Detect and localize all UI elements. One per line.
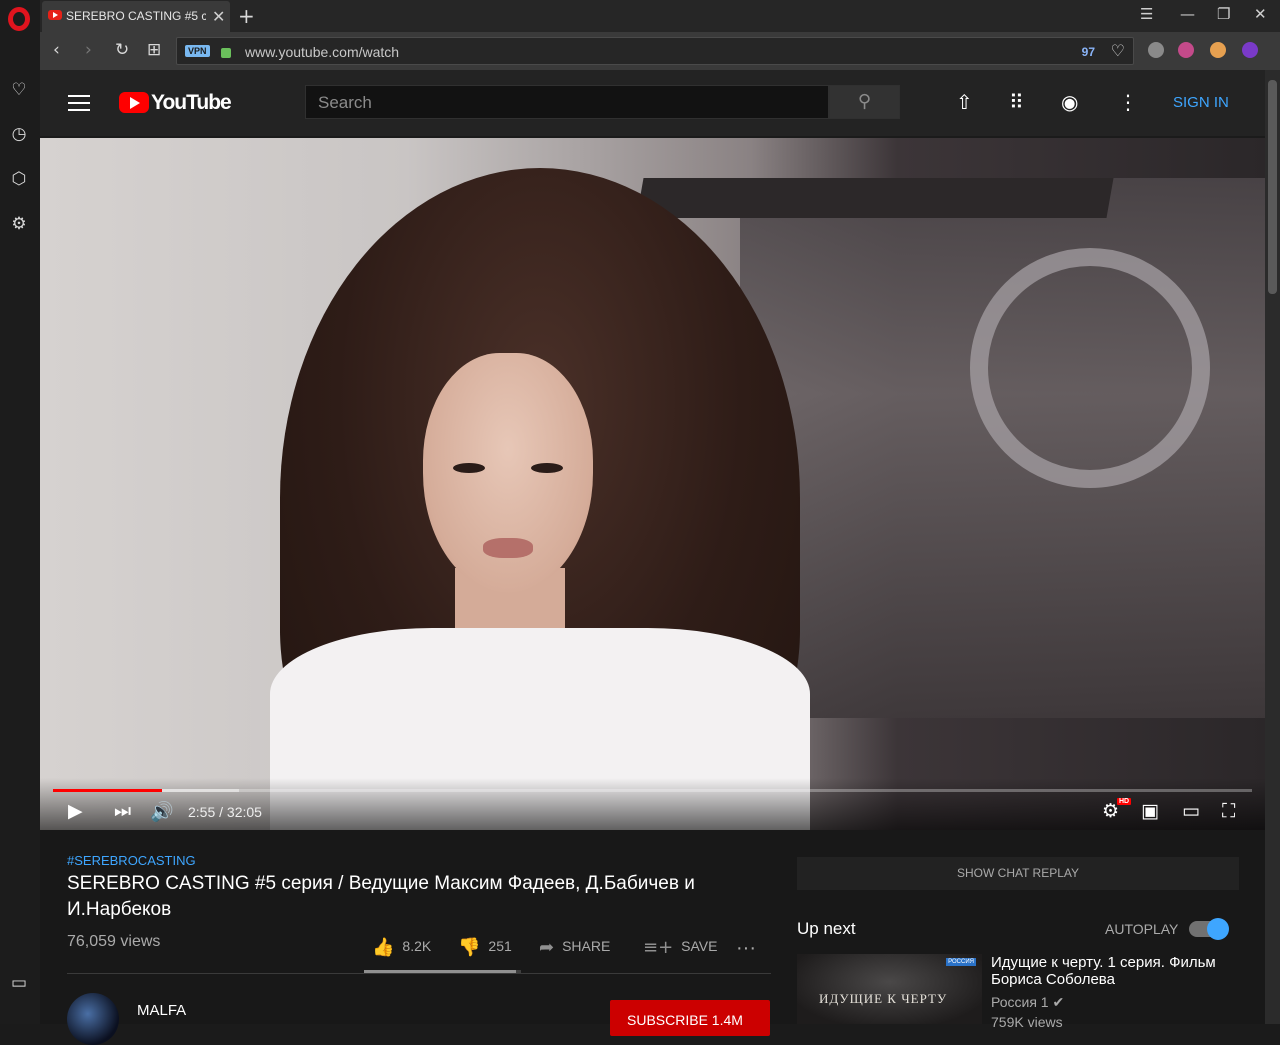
like-count: 8.2K [402,938,432,955]
gear-settings-icon[interactable]: ⚙ [9,214,29,234]
search-icon: ⚲ [857,91,872,112]
subscribe-button[interactable]: SUBSCRIBE 1.4M [610,1000,770,1036]
url-text[interactable]: www.youtube.com/watch [245,44,399,60]
cube-extensions-icon[interactable]: ⬡ [9,169,29,189]
tab-youtube[interactable]: SEREBRO CASTING #5 серия ✕ [42,1,230,32]
back-icon[interactable]: ‹ [53,40,60,60]
view-count: 76,059 views [67,933,161,950]
heart-icon[interactable]: ♡ [9,80,29,100]
forward-icon[interactable]: › [85,40,92,60]
sidebar-toggle-icon[interactable]: ▭ [9,973,29,993]
like-button[interactable]: 👍 8.2K [372,937,431,958]
autoplay-toggle-knob [1207,918,1229,940]
bookmark-heart-icon[interactable]: ♡ [1111,41,1125,60]
history-clock-icon[interactable]: ◷ [9,124,29,144]
youtube-logo-text[interactable]: YouTube [151,91,232,115]
video-frame-disc [970,248,1210,488]
channel-logo-badge: РОССИЯ [946,958,976,966]
hd-badge: HD [1117,798,1132,805]
more-horiz-icon[interactable]: ··· [736,937,756,960]
extension-icon[interactable] [1148,42,1164,58]
dislike-count: 251 [488,938,512,955]
new-tab-icon[interactable]: + [238,4,255,28]
playlist-add-icon: ≡+ [643,937,674,958]
video-player[interactable]: ▶ ⏭ 🔊 2:55 / 32:05 ⚙ HD ▣ ▭ ⛶ [40,138,1265,830]
recommendation-title[interactable]: Идущие к черту. 1 серия. Фильм Бориса Со… [991,954,1231,988]
more-vert-icon[interactable]: ⋮ [1118,90,1138,114]
progress-fill [53,789,163,792]
vpn-badge[interactable]: VPN [185,45,210,57]
menu-icon[interactable] [68,95,90,111]
recommendation-views: 759K views [991,1014,1063,1030]
recommendation-thumbnail[interactable]: РОССИЯ ИДУЩИЕ К ЧЕРТУ [797,954,982,1024]
extension-icon[interactable] [1210,42,1226,58]
video-hashtag[interactable]: #SEREBROCASTING [67,853,196,868]
volume-icon[interactable]: 🔊 [150,800,174,823]
opera-logo-icon[interactable] [8,7,30,31]
reload-icon[interactable]: ↻ [115,40,129,60]
share-button[interactable]: ➦ SHARE [539,937,610,958]
next-icon[interactable]: ⏭ [114,800,131,822]
apps-grid-icon[interactable]: ⠿ [1009,90,1024,114]
sign-in-button[interactable]: SIGN IN [1173,94,1229,111]
show-chat-replay-button[interactable]: SHOW CHAT REPLAY [797,857,1239,890]
youtube-header: YouTube Search ⚲ ⇧ ⠿ ◉ ⋮ SIGN IN [40,70,1265,136]
play-icon[interactable]: ▶ [68,800,83,822]
navigation-bar: ‹ › ↻ ⊞ VPN www.youtube.com/watch 97 ♡ [40,32,1280,70]
fullscreen-icon[interactable]: ⛶ [1222,800,1235,822]
video-title: SEREBRO CASTING #5 серия / Ведущие Макси… [67,873,695,920]
autoplay-toggle[interactable] [1189,918,1229,940]
youtube-logo-icon[interactable] [119,92,149,113]
search-input[interactable]: Search [305,85,829,119]
video-frame-person-face [423,353,593,593]
extension-icon[interactable] [1242,42,1258,58]
page-scrollbar[interactable] [1265,70,1280,1024]
address-bar[interactable]: VPN www.youtube.com/watch 97 ♡ [176,37,1134,65]
extension-icon[interactable] [1178,42,1194,58]
video-frame-shelf [636,178,1114,218]
channel-avatar[interactable] [67,993,119,1045]
opera-sidebar: ♡ ◷ ⬡ ⚙ ▭ [0,0,40,1024]
watch-page: #SEREBROCASTING SEREBRO CASTING #5 серия… [40,830,1265,1045]
tracker-blocker-count[interactable]: 97 [1082,45,1095,59]
youtube-favicon-icon [48,10,62,20]
thumbnail-title-text: ИДУЩИЕ К ЧЕРТУ [819,991,948,1006]
time-display: 2:55 / 32:05 [188,804,262,820]
thumbs-down-icon: 👎 [458,937,481,958]
save-label: SAVE [681,938,718,955]
tab-bar: SEREBRO CASTING #5 серия ✕ + ☰ — ❐ ✕ [40,0,1280,32]
miniplayer-icon[interactable]: ▣ [1141,800,1159,822]
minimize-icon[interactable]: — [1180,5,1195,23]
messages-icon[interactable]: ◉ [1061,90,1078,114]
close-tab-icon[interactable]: ✕ [212,7,225,26]
autoplay-label: AUTOPLAY [1105,921,1179,937]
close-window-icon[interactable]: ✕ [1254,5,1267,23]
share-label: SHARE [562,938,611,955]
thumbs-up-icon: 👍 [372,937,395,958]
tab-title: SEREBRO CASTING #5 серия [66,9,206,23]
theater-mode-icon[interactable]: ▭ [1182,800,1200,822]
recommendation-channel[interactable]: Россия 1 ✔ [991,994,1064,1011]
channel-name[interactable]: MALFA [137,1002,186,1019]
save-button[interactable]: ≡+ SAVE [643,937,717,958]
player-controls: ▶ ⏭ 🔊 2:55 / 32:05 ⚙ HD ▣ ▭ ⛶ [40,778,1265,830]
upload-icon[interactable]: ⇧ [956,90,973,114]
search-button[interactable]: ⚲ [829,85,900,119]
up-next-heading: Up next [797,919,856,938]
tab-menu-icon[interactable]: ☰ [1140,5,1153,23]
progress-bar[interactable] [53,789,1252,792]
scrollbar-thumb[interactable] [1268,80,1277,294]
speed-dial-icon[interactable]: ⊞ [147,40,161,60]
share-arrow-icon: ➦ [539,937,555,958]
lock-icon[interactable] [221,48,231,58]
dislike-button[interactable]: 👎 251 [458,937,512,958]
divider [67,973,771,974]
restore-icon[interactable]: ❐ [1217,5,1230,23]
